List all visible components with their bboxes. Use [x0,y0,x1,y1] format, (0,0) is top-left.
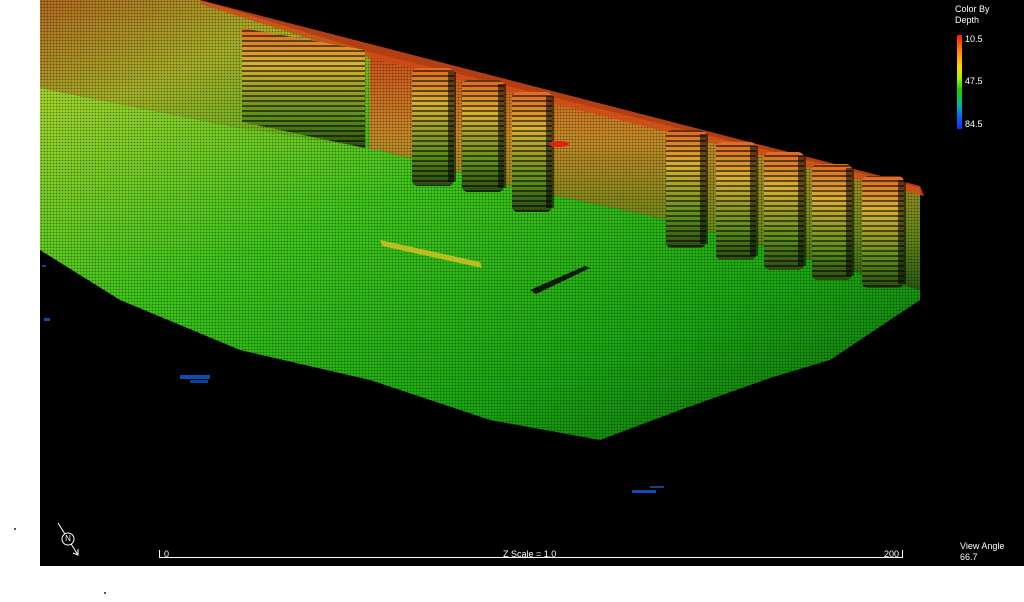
legend-title: Color By Depth [955,4,990,25]
legend-mid-label: 47.5 [965,76,983,86]
pier-column-texture [412,68,454,186]
view-angle-label: View Angle [960,541,1005,551]
pier-column-texture [862,176,904,288]
pier-column-shadow [846,168,854,276]
scale-end-label: 200 [884,549,900,559]
legend-max-label: 84.5 [965,119,983,129]
stray-pixel [14,528,16,530]
red-marker [549,141,569,147]
pier-column-shadow [798,156,806,266]
depth-color-bar [957,35,962,129]
view-angle-value: 66.7 [960,552,978,562]
pier-column-shadow [498,84,506,188]
pier-column-shadow [546,96,554,208]
north-label: N [65,534,71,543]
pier-column-shadow [898,180,906,284]
scale-start-label: 0 [164,549,170,559]
z-scale-label: Z Scale = 1.0 [503,549,557,559]
point-cloud-canvas[interactable] [40,0,1024,566]
pier-column-shadow [448,72,456,182]
pier-column-shadow [750,146,758,256]
pier-column-shadow [700,134,708,244]
pier-column-texture [462,80,504,192]
legend-min-label: 10.5 [965,34,983,44]
stray-pixel [104,592,106,594]
view-angle-readout: View Angle 66.7 [960,541,1004,563]
point-cloud-viewport[interactable]: Color By Depth 10.5 47.5 84.5 N 0 Z Scal… [40,0,1024,566]
